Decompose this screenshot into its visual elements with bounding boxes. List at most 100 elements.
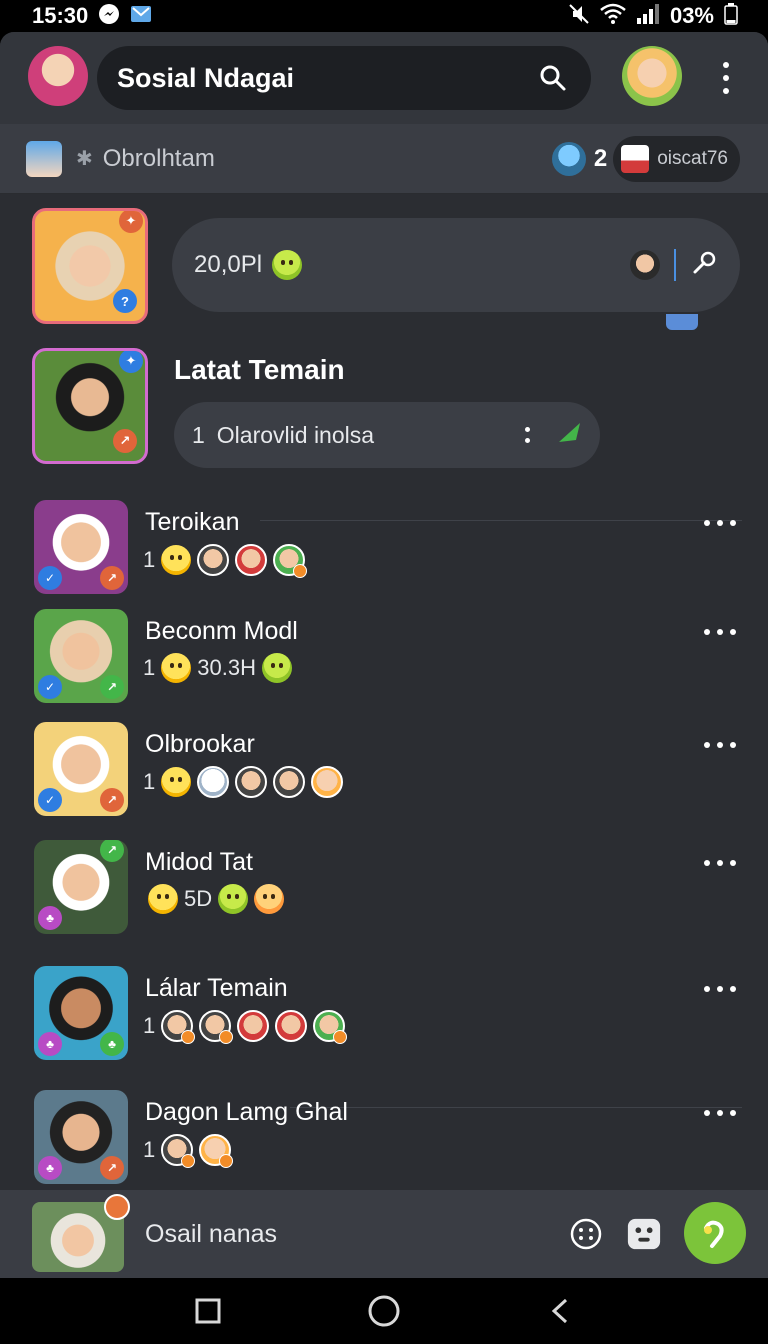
activity-badge: ↗ bbox=[100, 1156, 124, 1180]
composer-avatar[interactable] bbox=[32, 1194, 130, 1272]
sub-header-label[interactable]: Obrolhtam bbox=[103, 145, 215, 173]
star-icon: ✱ bbox=[76, 148, 93, 170]
sticker-icon[interactable] bbox=[626, 1216, 662, 1252]
member-avatar bbox=[311, 766, 344, 798]
sub-header-right: 2 oiscat76 bbox=[551, 134, 740, 184]
verified-badge: ✓ bbox=[38, 566, 62, 590]
message-composer: Osail nanas bbox=[0, 1190, 768, 1278]
mic-icon[interactable] bbox=[690, 249, 718, 282]
profile-avatar[interactable] bbox=[28, 46, 88, 106]
chat-stat: 30.3H bbox=[197, 655, 256, 680]
chat-avatar: ♣ ↗ bbox=[34, 840, 128, 934]
verified-badge: ? bbox=[113, 289, 137, 313]
user-thumb bbox=[621, 145, 650, 173]
list-item[interactable]: ♣ ♣ Lálar Temain 1 bbox=[0, 966, 768, 1066]
more-horizontal-icon[interactable] bbox=[704, 1110, 736, 1120]
top-bar: Sosial Ndagai bbox=[0, 32, 768, 124]
section-title: Latat Temain bbox=[174, 354, 345, 385]
member-avatar bbox=[197, 766, 230, 798]
hug-emoji-icon bbox=[161, 545, 192, 575]
composer-input[interactable]: Osail nanas bbox=[145, 1220, 277, 1249]
member-avatar bbox=[161, 1134, 196, 1168]
chat-name: Lálar Temain bbox=[145, 974, 288, 1002]
nav-home-icon[interactable] bbox=[354, 1281, 414, 1341]
more-horizontal-icon[interactable] bbox=[704, 520, 736, 530]
messenger-icon bbox=[98, 3, 120, 30]
message-bubble[interactable]: 20,0Pl bbox=[172, 218, 740, 312]
chat-name: Olbrookar bbox=[145, 730, 255, 758]
chat-avatar: ✓ ↗ bbox=[34, 609, 128, 703]
search-bar[interactable]: Sosial Ndagai bbox=[97, 46, 591, 110]
reply-bubble[interactable]: 1 Olarovlid inolsa bbox=[174, 402, 600, 468]
hug-emoji-icon bbox=[161, 767, 192, 797]
chat-meta: 1 bbox=[143, 1010, 348, 1044]
chat-count: 1 bbox=[143, 1137, 156, 1162]
smile-emoji-icon bbox=[218, 884, 249, 914]
reply-text: Olarovlid inolsa bbox=[216, 421, 375, 448]
smile-emoji-icon bbox=[272, 250, 303, 280]
member-avatar bbox=[199, 1134, 234, 1168]
status-bar: 15:30 03% bbox=[0, 0, 768, 32]
system-nav-bar bbox=[0, 1278, 768, 1344]
chat-name: Dagon Lamg Ghal bbox=[145, 1098, 348, 1126]
mute-icon bbox=[568, 3, 590, 30]
chat-meta: 1 bbox=[143, 766, 344, 798]
status-badge: ✦ bbox=[119, 211, 143, 233]
reader-avatar bbox=[630, 250, 660, 280]
featured-avatar-1[interactable]: ✦ ? bbox=[32, 208, 148, 324]
battery-percent: 03% bbox=[669, 3, 714, 28]
group-badge: ♣ bbox=[38, 1156, 62, 1180]
emoji-icon[interactable] bbox=[568, 1216, 604, 1252]
more-horizontal-icon[interactable] bbox=[704, 629, 736, 639]
member-avatar bbox=[199, 1010, 234, 1044]
group-avatar[interactable] bbox=[26, 140, 62, 177]
nav-recent-icon[interactable] bbox=[178, 1281, 238, 1341]
bubble-actions bbox=[630, 249, 718, 282]
chat-avatar: ✓ ↗ bbox=[34, 500, 128, 594]
list-item[interactable]: ✓ ↗ Beconm Modl 1 30.3H bbox=[0, 609, 768, 709]
list-item[interactable]: ✓ ↗ Olbrookar 1 bbox=[0, 722, 768, 822]
laugh-emoji-icon bbox=[148, 884, 178, 914]
chat-meta: 1 bbox=[143, 1134, 234, 1168]
featured-avatar-2[interactable]: ✦ ↗ bbox=[32, 348, 148, 464]
member-avatar bbox=[273, 766, 306, 798]
chat-meta: 5D bbox=[148, 884, 285, 914]
participant-avatar[interactable] bbox=[551, 142, 586, 176]
send-icon[interactable] bbox=[684, 1202, 746, 1264]
member-avatar bbox=[275, 1010, 308, 1042]
list-item[interactable]: ♣ ↗ Midod Tat 5D bbox=[0, 840, 768, 940]
bubble-text: 20,0Pl bbox=[194, 251, 263, 278]
member-avatar bbox=[235, 544, 268, 576]
list-item[interactable]: ✓ ↗ Teroikan 1 bbox=[0, 500, 768, 600]
chat-count: 1 bbox=[143, 1013, 156, 1038]
chat-avatar: ♣ ♣ bbox=[34, 966, 128, 1060]
status-right: 03% bbox=[568, 2, 738, 30]
smile-emoji-icon bbox=[261, 653, 292, 683]
battery-icon bbox=[724, 2, 738, 30]
more-vertical-icon[interactable] bbox=[525, 427, 530, 443]
verified-badge: ✓ bbox=[38, 788, 62, 812]
chat-count: 1 bbox=[143, 769, 156, 794]
member-avatar bbox=[197, 544, 230, 576]
signal-icon bbox=[636, 3, 660, 30]
contact-avatar[interactable] bbox=[622, 46, 682, 106]
more-vertical-icon[interactable] bbox=[712, 58, 740, 98]
app-window: Sosial Ndagai ✱ Obrolhtam 2 oiscat76 ✦ ?… bbox=[0, 32, 768, 1278]
activity-badge: ↗ bbox=[100, 675, 124, 699]
list-item[interactable]: ♣ ↗ Dagon Lamg Ghal 1 bbox=[0, 1090, 768, 1190]
nav-back-icon[interactable] bbox=[530, 1281, 590, 1341]
app-title: Sosial Ndagai bbox=[117, 62, 295, 93]
group-badge: ♣ bbox=[38, 1032, 62, 1056]
more-horizontal-icon[interactable] bbox=[704, 860, 736, 870]
more-horizontal-icon[interactable] bbox=[704, 986, 736, 996]
check-icon bbox=[550, 420, 582, 451]
activity-badge: ↗ bbox=[113, 429, 137, 453]
participant-count: 2 bbox=[593, 145, 608, 172]
chat-avatar: ✓ ↗ bbox=[34, 722, 128, 816]
member-avatar bbox=[161, 1010, 196, 1044]
kiss-emoji-icon bbox=[254, 884, 285, 914]
more-horizontal-icon[interactable] bbox=[704, 742, 736, 752]
activity-badge: ↗ bbox=[100, 566, 124, 590]
user-pill[interactable]: oiscat76 bbox=[613, 136, 740, 182]
search-icon[interactable] bbox=[535, 60, 571, 96]
